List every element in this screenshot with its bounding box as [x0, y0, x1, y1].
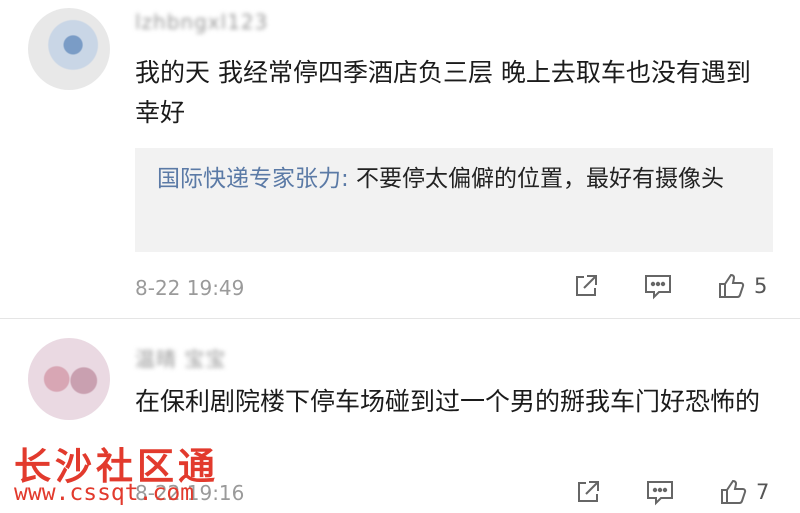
comment-icon [643, 272, 673, 300]
username[interactable]: 温晴 宝宝 [135, 343, 226, 372]
reply-box[interactable]: 国际快递专家张力: 不要停太偏僻的位置，最好有摄像头 [135, 148, 773, 252]
reply-text: 国际快递专家张力: 不要停太偏僻的位置，最好有摄像头 [157, 160, 757, 198]
comment-text: 我的天 我经常停四季酒店负三层 晚上去取车也没有遇到 幸好 [135, 58, 751, 127]
like-button[interactable]: 5 [716, 271, 767, 301]
reply-content: 不要停太偏僻的位置，最好有摄像头 [348, 166, 725, 192]
avatar[interactable] [28, 8, 110, 90]
comment-button[interactable] [645, 478, 675, 506]
share-button[interactable] [572, 272, 600, 300]
watermark-url: www.cssqt.com [14, 480, 195, 506]
share-icon [574, 478, 602, 506]
reply-author[interactable]: 国际快递专家张力: [157, 166, 349, 192]
share-icon [572, 272, 600, 300]
comment-text: 在保利剧院楼下停车场碰到过一个男的掰我车门好恐怖的 [135, 387, 761, 416]
like-icon [716, 271, 746, 301]
share-button[interactable] [574, 478, 602, 506]
like-icon [718, 477, 748, 507]
like-count: 5 [754, 274, 768, 298]
username[interactable]: lzhbngxl123 [135, 10, 268, 34]
divider [0, 318, 800, 319]
timestamp: 8-22 19:49 [135, 276, 245, 300]
like-count: 7 [756, 480, 770, 504]
comment-button[interactable] [643, 272, 673, 300]
avatar[interactable] [28, 338, 110, 420]
comment-icon [645, 478, 675, 506]
like-button[interactable]: 7 [718, 477, 769, 507]
